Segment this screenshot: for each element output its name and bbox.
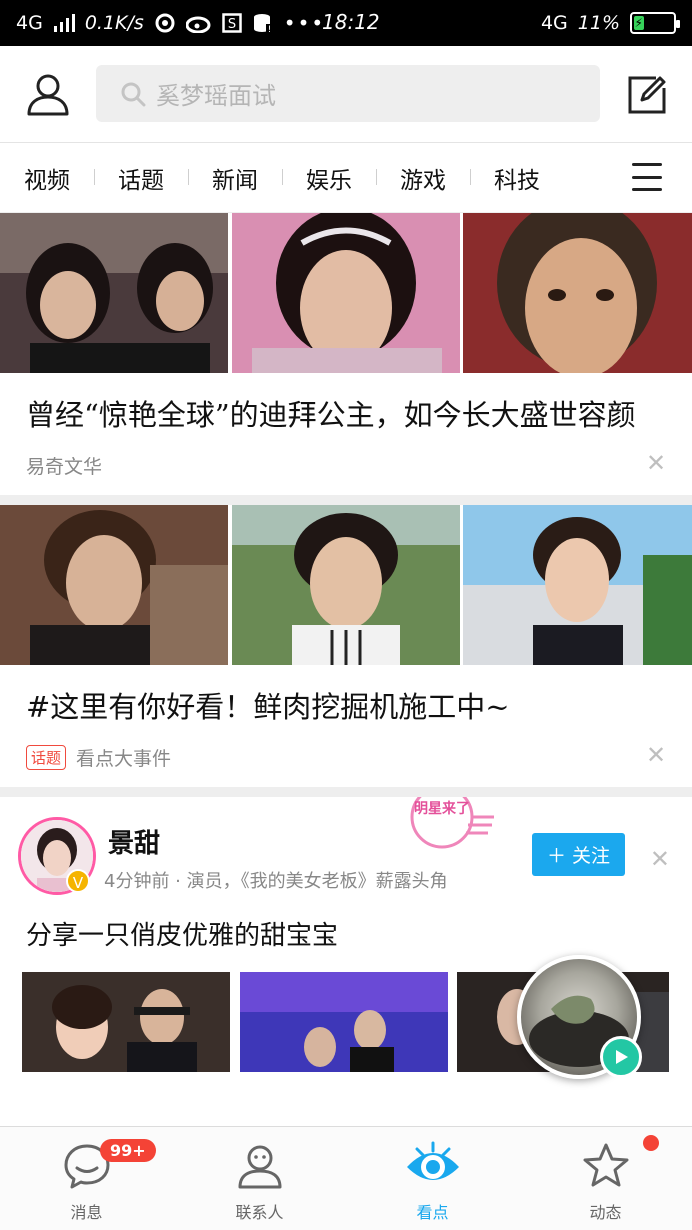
nav-moments[interactable]: 动态 [519, 1127, 692, 1230]
tab-topic[interactable]: 话题 [94, 161, 188, 195]
star-icon [583, 1143, 628, 1187]
dismiss-icon[interactable]: ✕ [646, 743, 666, 767]
compose-button[interactable] [626, 74, 668, 116]
article-meta: 话题 看点大事件 ✕ [0, 727, 692, 787]
article-image [463, 505, 692, 665]
nav-kandian[interactable]: 看点 [346, 1127, 519, 1230]
storage-warning-icon: ! [252, 12, 274, 34]
follow-button[interactable]: ＋ 关注 [532, 833, 625, 876]
profile-button[interactable] [24, 70, 72, 118]
svg-text:!: ! [267, 25, 271, 34]
tab-entertainment[interactable]: 娱乐 [282, 161, 376, 195]
s-app-icon: S [222, 13, 242, 33]
nav-label: 动态 [589, 1203, 622, 1222]
article-image [231, 213, 461, 373]
post-image[interactable] [22, 972, 235, 1072]
nav-label: 联系人 [235, 1203, 284, 1222]
article-image-row [0, 213, 692, 373]
menu-line [632, 175, 662, 179]
network-type: 4G [16, 12, 43, 34]
clock: 18:12 [322, 10, 380, 34]
bottom-navigation: 99+ 消息 联系人 看点 动态 [0, 1126, 692, 1230]
eye-icon [406, 1141, 459, 1180]
article-image [231, 505, 461, 665]
channel-menu-button[interactable] [632, 163, 662, 191]
article-card[interactable]: 曾经“惊艳全球”的迪拜公主，如今长大盛世容颜 易奇文华 ✕ [0, 213, 692, 495]
svg-text:明星来了: 明星来了 [414, 801, 470, 817]
app-notification-icon [154, 12, 176, 34]
play-button[interactable] [600, 1036, 642, 1078]
network-speed: 0.1K/s [84, 12, 144, 34]
weibo-icon [185, 13, 212, 33]
search-icon [121, 82, 146, 106]
more-notifications-icon: ••• [283, 11, 326, 35]
post-meta: 4分钟前 · 演员，《我的美女老板》薪露头角 [104, 871, 448, 892]
search-placeholder: 奚梦瑶面试 [156, 82, 276, 110]
user-icon [27, 74, 69, 116]
menu-line [632, 163, 662, 166]
nav-label: 消息 [70, 1203, 103, 1222]
nav-messages[interactable]: 99+ 消息 [0, 1127, 173, 1230]
article-image [0, 213, 229, 373]
contacts-icon [238, 1145, 281, 1189]
article-image [0, 505, 229, 665]
svg-text:S: S [228, 17, 236, 32]
dismiss-icon[interactable]: ✕ [650, 845, 670, 873]
status-bar: 4G 0.1K/s S ! ••• 18:12 4G 11% ⚡ [0, 0, 692, 46]
battery-icon: ⚡ [630, 12, 680, 34]
post-text[interactable]: 分享一只俏皮优雅的甜宝宝 [26, 915, 338, 952]
post-header: V 景甜 4分钟前 · 演员，《我的美女老板》薪露头角 明星来了 ＋ 关注 ✕ [0, 785, 692, 911]
top-header: 奚梦瑶面试 [0, 46, 692, 143]
network-type-right: 4G [540, 12, 568, 34]
play-icon [616, 1050, 628, 1064]
divider [0, 495, 692, 505]
article-title[interactable]: 曾经“惊艳全球”的迪拜公主，如今长大盛世容颜 [0, 373, 692, 435]
signal-icon [53, 14, 75, 32]
article-source: 看点大事件 [76, 747, 172, 770]
menu-line [632, 188, 662, 191]
star-stamp-logo: 明星来了 [388, 785, 496, 857]
topic-tag: 话题 [26, 744, 67, 770]
battery-percent: 11% [577, 12, 620, 34]
dismiss-icon[interactable]: ✕ [646, 451, 666, 475]
article-title[interactable]: #这里有你好看！鲜肉挖掘机施工中~ [0, 665, 692, 727]
follow-label: 关注 [572, 845, 611, 867]
article-card[interactable]: #这里有你好看！鲜肉挖掘机施工中~ 话题 看点大事件 ✕ [0, 505, 692, 787]
verified-icon: V [66, 869, 90, 893]
battery-level: ⚡ [634, 16, 644, 30]
channel-tabs: 视频 话题 新闻 娱乐 游戏 科技 [0, 143, 692, 213]
plus-icon: ＋ [546, 845, 566, 867]
news-feed: 曾经“惊艳全球”的迪拜公主，如今长大盛世容颜 易奇文华 ✕ #这里有你好看！鲜肉… [0, 213, 692, 1073]
search-input[interactable]: 奚梦瑶面试 [96, 65, 600, 122]
tab-video[interactable]: 视频 [0, 161, 94, 195]
nav-label: 看点 [416, 1203, 449, 1222]
post-author[interactable]: 景甜 [108, 823, 160, 860]
nav-contacts[interactable]: 联系人 [173, 1127, 346, 1230]
article-meta: 易奇文华 ✕ [0, 435, 692, 495]
tab-news[interactable]: 新闻 [188, 161, 282, 195]
divider [0, 787, 692, 797]
tab-tech[interactable]: 科技 [470, 161, 564, 195]
tab-games[interactable]: 游戏 [376, 161, 470, 195]
unread-badge: 99+ [100, 1139, 156, 1162]
edit-icon [628, 76, 666, 114]
post-image[interactable] [239, 972, 453, 1072]
article-source: 易奇文华 [26, 455, 103, 478]
article-image-row [0, 505, 692, 665]
notification-dot [643, 1135, 659, 1151]
article-image [463, 213, 692, 373]
